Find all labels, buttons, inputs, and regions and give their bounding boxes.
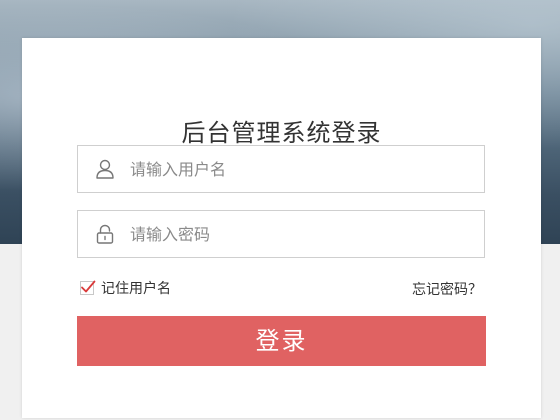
page-title: 后台管理系统登录 <box>181 119 382 147</box>
forgot-password-link[interactable]: 忘记密码？ <box>412 279 482 299</box>
remember-label: 记住用户名 <box>101 281 171 297</box>
login-button[interactable]: 登录 <box>77 316 486 366</box>
remember-checkbox[interactable] <box>80 280 96 295</box>
checkmark-icon <box>81 280 96 293</box>
password-placeholder: 请输入密码 <box>130 225 211 244</box>
user-icon <box>94 158 116 180</box>
lock-icon <box>94 223 116 245</box>
remember-username[interactable]: 记住用户名 <box>80 279 171 297</box>
password-field[interactable]: 请输入密码 <box>77 210 485 258</box>
username-placeholder: 请输入用户名 <box>130 160 227 179</box>
login-page: 后台管理系统登录 请输入用户名 请输入密码 记住用户名 忘记密码？ 登录 <box>0 0 560 420</box>
username-field[interactable]: 请输入用户名 <box>77 145 485 193</box>
login-card: 后台管理系统登录 请输入用户名 请输入密码 记住用户名 忘记密码？ 登录 <box>22 38 541 418</box>
